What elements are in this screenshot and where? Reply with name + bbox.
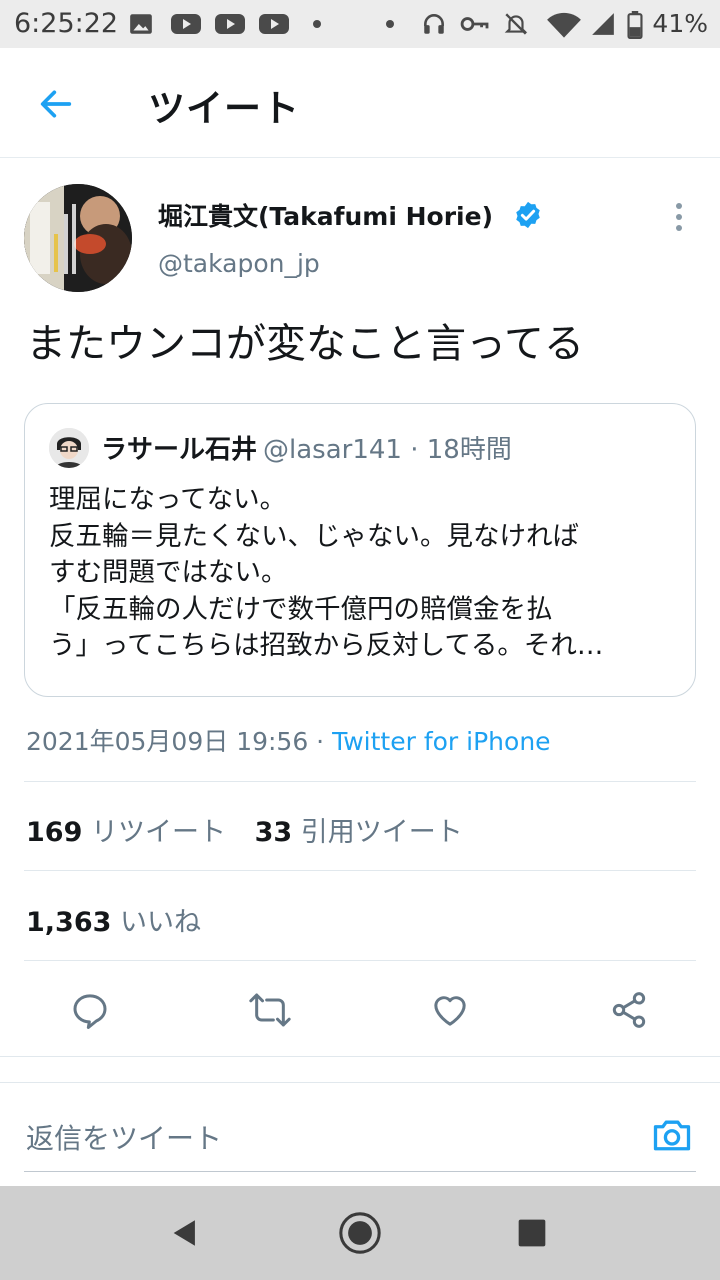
reply-input[interactable]: 返信をツイート [26,1117,222,1157]
verified-badge-icon [516,201,540,229]
app-header: ツイート [0,48,720,158]
quote-meta: ラサール石井 @lasar141 · 18時間 [101,429,512,466]
share-button[interactable] [605,986,653,1034]
quotes-link[interactable]: 33 引用ツイート [255,817,463,848]
camera-icon [653,1120,691,1151]
camera-button[interactable] [650,1113,694,1157]
quote-line: 「反五輪の人だけで数千億円の賠償金を払 [49,593,553,625]
retweet-icon [249,993,291,1027]
quote-count: 33 [254,817,293,848]
divider [0,1056,720,1057]
quote-author-name: ラサール石井 [101,435,258,465]
quote-line: 理屈になってない。 [49,484,287,515]
dot-icon [386,20,394,28]
avatar-image [24,184,132,292]
back-button[interactable] [30,78,82,130]
tweet-timestamp: 2021年05月09日 19:56 · Twitter for iPhone [26,722,551,758]
reply-composer: 返信をツイート [0,1082,720,1186]
retweets-link[interactable]: 169 リツイート [26,817,226,848]
quote-author-handle: @lasar141 · 18時間 [263,435,512,465]
signal-icon [592,13,614,35]
retweet-count: 169 [26,817,83,848]
arrow-left-icon [40,90,72,118]
divider [24,960,696,961]
likes-link[interactable]: 1,363 いいね [26,900,201,939]
reply-icon [73,994,107,1029]
like-count: 1,363 [26,907,112,938]
like-button[interactable] [426,986,474,1034]
system-nav-bar [0,1186,720,1280]
tweet-source-link[interactable]: Twitter for iPhone [332,727,550,756]
heart-icon [434,996,466,1026]
more-vertical-icon [676,203,682,231]
divider [24,781,696,782]
battery-percent: 41% [652,9,708,38]
retweet-label: リツイート [90,817,226,848]
author-avatar[interactable] [24,184,132,292]
youtube-icon [215,14,245,34]
nav-home-button[interactable] [335,1208,385,1258]
avatar-image [49,428,89,468]
quote-text: 理屈になってない。 反五輪＝見たくない、じゃない。見なければ すむ問題ではない。… [49,482,679,665]
author-name[interactable]: 堀江貴文(Takafumi Horie) [158,197,493,233]
page-title: ツイート [148,87,300,130]
like-label: いいね [120,907,201,938]
more-options-button[interactable] [664,198,694,238]
status-time: 6:25:22 [14,8,119,39]
author-handle[interactable]: @takapon_jp [158,249,320,278]
wifi-icon [547,12,581,38]
retweet-stats: 169 リツイート 33 引用ツイート [26,810,463,849]
quote-line: う」ってこちらは招致から反対してる。それ… [49,630,604,661]
share-icon [612,992,646,1028]
nav-recents-button[interactable] [507,1208,557,1258]
battery-icon [627,11,643,39]
square-recents-icon [518,1219,546,1247]
reply-underline [24,1171,696,1172]
tweet-date: 2021年05月09日 19:56 · [26,727,333,756]
quoted-tweet-card[interactable]: ラサール石井 @lasar141 · 18時間 理屈になってない。 反五輪＝見たく… [24,403,696,697]
dot-icon [313,20,321,28]
quote-line: すむ問題ではない。 [49,557,288,588]
mute-icon [504,13,528,35]
reply-button[interactable] [66,986,114,1034]
divider [24,870,696,871]
image-icon [130,14,152,34]
key-icon [460,17,489,31]
quote-line: 反五輪＝見たくない、じゃない。見なければ [49,520,579,552]
headphones-icon [424,14,444,34]
status-bar: 6:25:22 41% [0,0,720,48]
quote-author-avatar [49,428,89,468]
youtube-icon [171,14,201,34]
nav-back-button[interactable] [160,1208,210,1258]
retweet-button[interactable] [246,986,294,1034]
quote-label: 引用ツイート [300,817,463,848]
tweet-text: またウンコが変なこと言ってる [26,321,584,367]
youtube-icon [259,14,289,34]
home-circle-icon [339,1212,381,1254]
triangle-back-icon [173,1220,195,1246]
